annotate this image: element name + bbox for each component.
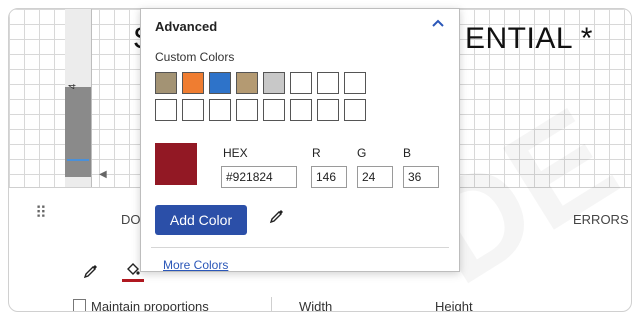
width-label: Width	[299, 299, 333, 312]
color-swatch[interactable]	[317, 99, 339, 121]
color-swatch[interactable]	[317, 72, 339, 94]
color-swatch[interactable]	[290, 72, 312, 94]
green-input[interactable]: 24	[357, 166, 393, 188]
color-swatch[interactable]	[290, 99, 312, 121]
ruler-selection-band	[65, 87, 91, 177]
maintain-proportions-checkbox[interactable]	[73, 299, 86, 311]
color-swatch[interactable]	[209, 99, 231, 121]
color-swatch[interactable]	[344, 99, 366, 121]
ruler-number: 4	[67, 83, 79, 90]
property-separator	[271, 297, 272, 311]
color-swatch[interactable]	[344, 72, 366, 94]
eyedropper-icon[interactable]	[83, 263, 99, 284]
ruler-marker	[67, 159, 89, 161]
color-swatch[interactable]	[155, 72, 177, 94]
b-label: B	[403, 146, 412, 160]
paint-bucket-icon[interactable]	[125, 261, 141, 280]
custom-colors-label: Custom Colors	[155, 50, 235, 64]
eyedropper-icon[interactable]	[269, 208, 285, 229]
color-preview	[155, 143, 197, 185]
canvas-text-right[interactable]: ENTIAL *	[465, 22, 593, 56]
height-label: Height	[435, 299, 473, 312]
color-swatch[interactable]	[155, 99, 177, 121]
g-label: G	[357, 146, 367, 160]
popup-title: Advanced	[155, 19, 218, 34]
color-swatch[interactable]	[236, 99, 258, 121]
color-swatch[interactable]	[182, 99, 204, 121]
color-swatch[interactable]	[263, 99, 285, 121]
hex-input[interactable]: #921824	[221, 166, 297, 188]
more-colors-link[interactable]: More Colors	[163, 258, 228, 272]
color-picker-popup: Advanced Custom Colors HEX R G B #921824…	[140, 8, 460, 272]
red-input[interactable]: 146	[311, 166, 347, 188]
r-label: R	[312, 146, 321, 160]
color-swatch[interactable]	[263, 72, 285, 94]
fill-color-indicator	[122, 279, 144, 282]
hex-label: HEX	[223, 146, 248, 160]
add-color-button[interactable]: Add Color	[155, 205, 247, 235]
popup-divider	[151, 247, 449, 248]
drag-handle-icon[interactable]: ⠿	[35, 206, 47, 222]
color-swatch[interactable]	[182, 72, 204, 94]
blue-input[interactable]: 36	[403, 166, 439, 188]
maintain-proportions-label: Maintain proportions	[91, 299, 209, 312]
color-swatch[interactable]	[236, 72, 258, 94]
maintain-proportions-row[interactable]: Maintain proportions	[73, 299, 209, 312]
color-swatch[interactable]	[209, 72, 231, 94]
chevron-up-icon[interactable]	[431, 15, 445, 33]
vertical-ruler	[65, 9, 92, 187]
